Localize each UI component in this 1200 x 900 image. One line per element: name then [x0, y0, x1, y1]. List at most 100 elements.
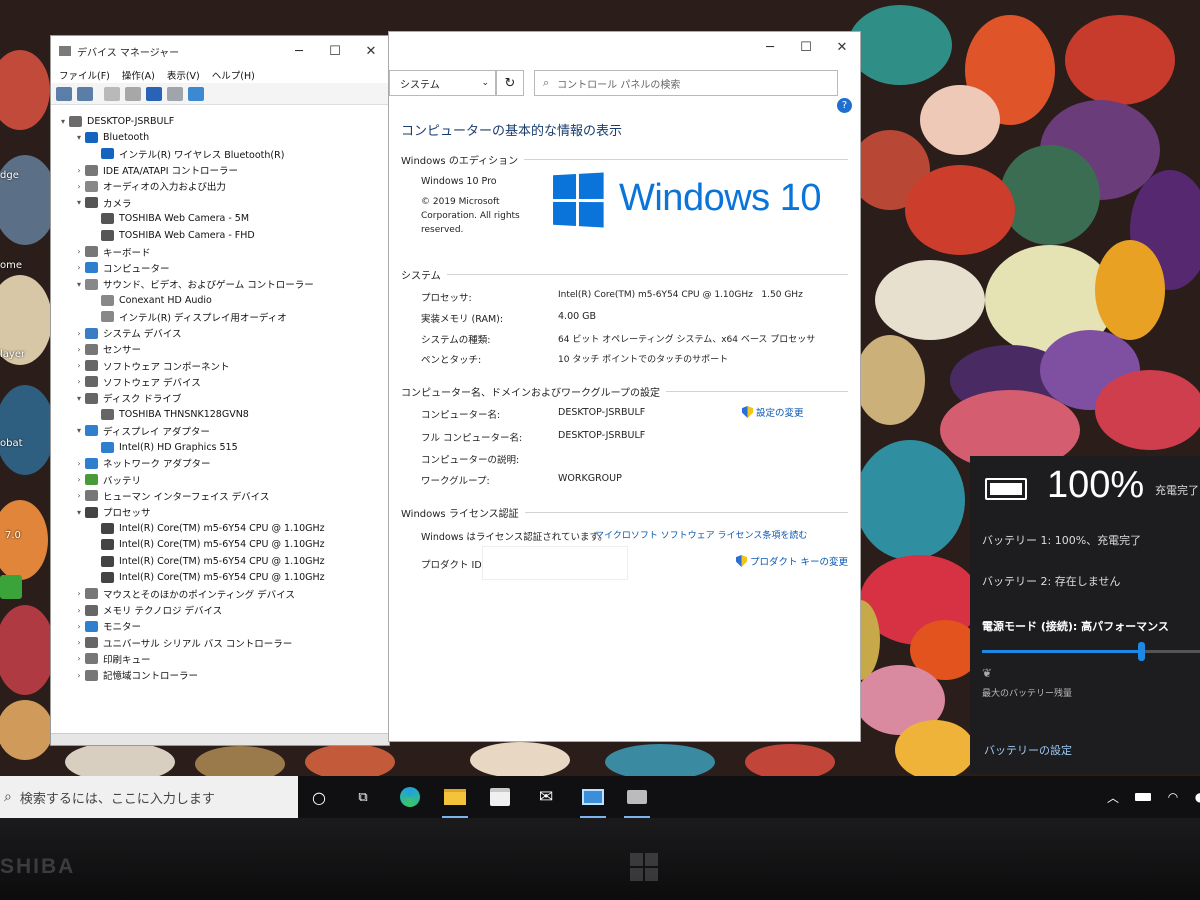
help-icon[interactable] [146, 86, 162, 101]
breadcrumb-system[interactable]: システム [400, 76, 440, 91]
menu-help[interactable]: ヘルプ(H) [212, 68, 255, 82]
device-tree-item[interactable]: Intel(R) Core(TM) m5-6Y54 CPU @ 1.10GHz [51, 520, 389, 536]
device-tree-item[interactable]: TOSHIBA THNSNK128GVN8 [51, 406, 389, 422]
wifi-icon[interactable]: ◠ [1160, 784, 1186, 810]
device-tree-item[interactable]: ▾ プロセッサ [51, 504, 389, 520]
power-mode-slider[interactable] [982, 642, 1200, 661]
maximize-button[interactable]: ☐ [317, 36, 353, 66]
device-tree-item[interactable]: › オーディオの入力および出力 [51, 178, 389, 194]
forward-icon[interactable] [77, 86, 93, 101]
power-mode-slider-thumb[interactable] [1138, 642, 1146, 661]
chevron-right-icon[interactable]: › [73, 377, 85, 386]
expand-down-icon[interactable]: ▾ [73, 133, 85, 142]
chevron-right-icon[interactable]: › [73, 459, 85, 468]
chevron-right-icon[interactable]: › [73, 166, 85, 175]
device-tree-item[interactable]: › ユニバーサル シリアル バス コントローラー [51, 635, 389, 651]
help-button[interactable]: ? [837, 98, 852, 113]
file-explorer-icon[interactable] [442, 784, 468, 818]
system-maximize-button[interactable]: ☐ [788, 32, 824, 62]
refresh-button[interactable]: ↻ [496, 70, 524, 96]
cortana-icon[interactable]: ○ [306, 784, 332, 810]
expand-down-icon[interactable]: ▾ [73, 508, 85, 517]
system-minimize-button[interactable]: ─ [752, 32, 788, 62]
show-hidden-icons-chevron-icon[interactable]: ︿ [1100, 784, 1126, 810]
properties-icon[interactable] [104, 86, 120, 101]
chevron-right-icon[interactable]: › [73, 345, 85, 354]
device-tree-item[interactable]: › ソフトウェア デバイス [51, 374, 389, 390]
desktop-icon-label-edge[interactable]: dge [0, 170, 19, 181]
device-tree-item[interactable]: ▾ ディスク ドライブ [51, 390, 389, 406]
minimize-button[interactable]: ─ [281, 36, 317, 66]
expand-down-icon[interactable]: ▾ [73, 280, 85, 289]
volume-icon[interactable]: ◖ [1185, 784, 1200, 810]
chevron-right-icon[interactable]: › [73, 182, 85, 191]
desktop-icon-label-acrobat[interactable]: obat [0, 438, 23, 449]
control-panel-search[interactable]: ⌕ コントロール パネルの検索 [534, 70, 838, 96]
scan-hardware-icon[interactable] [188, 86, 204, 101]
address-dropdown-icon[interactable]: ⌄ [481, 78, 489, 88]
desktop-icon-label-version[interactable]: 7.0 [5, 530, 21, 541]
device-tree-item[interactable]: › バッテリ [51, 472, 389, 488]
windows-hardware-button-icon[interactable] [630, 853, 658, 881]
edge-browser-icon[interactable] [397, 784, 423, 810]
device-tree-item[interactable]: › システム デバイス [51, 325, 389, 341]
show-hide-tree-icon[interactable] [125, 86, 141, 101]
chevron-right-icon[interactable]: › [73, 638, 85, 647]
chevron-right-icon[interactable]: › [73, 671, 85, 680]
device-tree-item[interactable]: › コンピューター [51, 260, 389, 276]
chevron-right-icon[interactable]: › [73, 654, 85, 663]
device-tree-item[interactable]: › ヒューマン インターフェイス デバイス [51, 488, 389, 504]
back-icon[interactable] [56, 86, 72, 101]
chevron-right-icon[interactable]: › [73, 329, 85, 338]
desktop-icon-label-chrome[interactable]: ome [0, 260, 22, 271]
mail-icon[interactable]: ✉ [533, 784, 559, 810]
device-tree-item[interactable]: › 印刷キュー [51, 651, 389, 667]
device-tree-item[interactable]: インテル(R) ディスプレイ用オーディオ [51, 309, 389, 325]
system-close-button[interactable]: ✕ [824, 32, 860, 62]
device-tree-item[interactable]: › センサー [51, 341, 389, 357]
chevron-right-icon[interactable]: › [73, 475, 85, 484]
device-tree-item[interactable]: ▾ カメラ [51, 194, 389, 210]
device-tree-item[interactable]: ▾ Bluetooth [51, 129, 389, 145]
battery-tray-icon[interactable] [1130, 784, 1156, 810]
device-tree-item[interactable]: › マウスとそのほかのポインティング デバイス [51, 586, 389, 602]
desktop-app-icon[interactable] [0, 575, 22, 599]
device-tree-item[interactable]: Conexant HD Audio [51, 292, 389, 308]
device-manager-taskbar-icon[interactable] [624, 784, 650, 818]
device-tree-item[interactable]: › IDE ATA/ATAPI コントローラー [51, 162, 389, 178]
device-tree-item[interactable]: › ソフトウェア コンポーネント [51, 357, 389, 373]
device-tree-item[interactable]: TOSHIBA Web Camera - 5M [51, 211, 389, 227]
system-window-taskbar-icon[interactable] [580, 784, 606, 818]
chevron-right-icon[interactable]: › [73, 622, 85, 631]
device-tree-item[interactable]: TOSHIBA Web Camera - FHD [51, 227, 389, 243]
menu-file[interactable]: ファイル(F) [59, 68, 110, 82]
expand-down-icon[interactable]: ▾ [73, 426, 85, 435]
chevron-right-icon[interactable]: › [73, 247, 85, 256]
chevron-right-icon[interactable]: › [73, 361, 85, 370]
task-view-icon[interactable]: ⧉ [350, 784, 376, 810]
device-tree-item[interactable]: Intel(R) Core(TM) m5-6Y54 CPU @ 1.10GHz [51, 553, 389, 569]
menu-action[interactable]: 操作(A) [122, 68, 155, 82]
device-tree-item[interactable]: Intel(R) Core(TM) m5-6Y54 CPU @ 1.10GHz [51, 569, 389, 585]
device-tree-item[interactable]: › キーボード [51, 243, 389, 259]
horizontal-scrollbar[interactable] [51, 733, 389, 745]
chevron-right-icon[interactable]: › [73, 589, 85, 598]
device-tree-item[interactable]: Intel(R) HD Graphics 515 [51, 439, 389, 455]
battery-settings-link[interactable]: バッテリーの設定 [984, 742, 1072, 758]
microsoft-store-icon[interactable] [487, 784, 513, 810]
device-tree-item[interactable]: › ネットワーク アダプター [51, 455, 389, 471]
device-tree-item[interactable]: › 記憶域コントローラー [51, 667, 389, 683]
update-driver-icon[interactable] [167, 86, 183, 101]
device-tree-item[interactable]: インテル(R) ワイヤレス Bluetooth(R) [51, 146, 389, 162]
device-tree-item[interactable]: › モニター [51, 618, 389, 634]
device-tree-item[interactable]: › メモリ テクノロジ デバイス [51, 602, 389, 618]
expand-down-icon[interactable]: ▾ [73, 198, 85, 207]
change-product-key-link[interactable]: プロダクト キーの変更 [736, 554, 848, 568]
taskbar-search-box[interactable]: ⌕ 検索するには、ここに入力します [0, 776, 298, 818]
close-button[interactable]: ✕ [353, 36, 389, 66]
chevron-right-icon[interactable]: › [73, 263, 85, 272]
expand-down-icon[interactable]: ▾ [57, 117, 69, 126]
change-settings-link[interactable]: 設定の変更 [742, 405, 804, 419]
device-tree-item[interactable]: ▾ DESKTOP-JSRBULF [51, 113, 389, 129]
chevron-right-icon[interactable]: › [73, 491, 85, 500]
